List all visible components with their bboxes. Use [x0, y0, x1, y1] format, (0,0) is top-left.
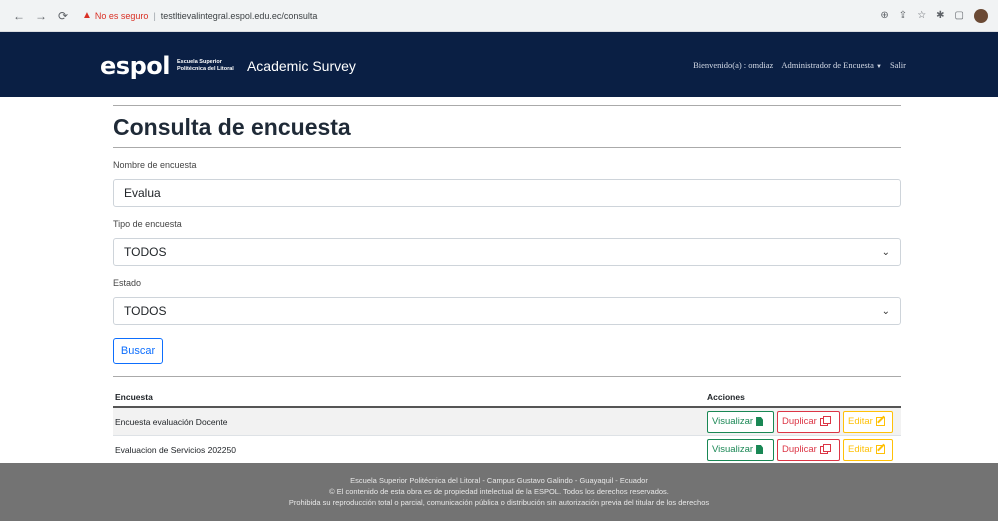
type-select-value: TODOS: [124, 245, 167, 259]
copy-icon: [819, 443, 831, 454]
edit-button[interactable]: Editar: [843, 410, 893, 433]
row-actions: Visualizar Duplicar Editar: [705, 438, 901, 461]
profile-avatar[interactable]: [974, 8, 988, 23]
edit-icon: [875, 445, 885, 454]
state-select[interactable]: TODOS ⌄: [113, 297, 901, 325]
footer-line1: Escuela Superior Politécnica del Litoral…: [350, 476, 648, 485]
back-arrow-icon[interactable]: ←: [10, 7, 28, 25]
name-input-value: Evalua: [124, 186, 161, 200]
logo-wordmark: espol: [100, 52, 170, 80]
address-bar[interactable]: ▲ No es seguro | testltievalintegral.esp…: [82, 6, 880, 26]
search-button[interactable]: Buscar: [113, 338, 163, 364]
table-row: Encuesta evaluación Docente Visualizar D…: [113, 408, 901, 436]
header-acciones: Acciones: [707, 392, 745, 402]
duplicate-label: Duplicar: [782, 444, 817, 455]
type-select[interactable]: TODOS ⌄: [113, 238, 901, 266]
extensions-icon[interactable]: ✱: [936, 10, 944, 21]
url-text[interactable]: testltievalintegral.espol.edu.ec/consult…: [161, 11, 318, 21]
logo-subtitle-line2: Politécnica del Litoral: [176, 66, 234, 72]
view-button[interactable]: Visualizar: [707, 410, 774, 433]
duplicate-button[interactable]: Duplicar: [777, 438, 840, 461]
edit-icon: [875, 417, 885, 426]
warning-icon: ▲: [82, 10, 92, 21]
edit-label: Editar: [848, 444, 873, 455]
share-icon[interactable]: ⇪: [899, 10, 907, 21]
browser-toolbar: ← → ⟳ ▲ No es seguro | testltievalintegr…: [0, 0, 998, 32]
table-header: Encuesta Acciones: [113, 388, 901, 408]
type-label: Tipo de encuesta: [113, 219, 182, 229]
main-content: Consulta de encuesta Nombre de encuesta …: [113, 105, 901, 464]
app-title: Academic Survey: [246, 58, 356, 74]
copy-icon: [819, 415, 831, 426]
admin-menu-label: Administrador de Encuesta: [781, 60, 874, 70]
row-name: Encuesta evaluación Docente: [115, 416, 228, 427]
address-separator: |: [153, 10, 156, 21]
star-icon[interactable]: ☆: [917, 10, 926, 21]
duplicate-button[interactable]: Duplicar: [777, 410, 840, 433]
table-row: Evaluacion de Servicios 202250 Visualiza…: [113, 436, 901, 464]
logo-subtitle: Escuela Superior Politécnica del Litoral: [177, 59, 237, 73]
name-label: Nombre de encuesta: [113, 160, 197, 170]
caret-down-icon: ▼: [875, 64, 882, 70]
view-label: Visualizar: [712, 444, 754, 455]
view-button[interactable]: Visualizar: [707, 438, 774, 461]
chevron-down-icon: ⌄: [881, 246, 890, 258]
site-footer: Escuela Superior Politécnica del Litoral…: [0, 463, 998, 521]
zoom-icon[interactable]: ⊕: [880, 10, 888, 21]
page-title: Consulta de encuesta: [113, 114, 351, 140]
state-select-value: TODOS: [124, 304, 167, 318]
results-table: Encuesta Acciones Encuesta evaluación Do…: [113, 376, 901, 464]
edit-label: Editar: [848, 416, 873, 427]
row-name: Evaluacion de Servicios 202250: [115, 444, 236, 455]
title-divider: [113, 147, 901, 148]
logout-link[interactable]: Salir: [890, 60, 906, 70]
logo-subtitle-line1: Escuela Superior: [176, 59, 222, 65]
footer-line3: Prohibida su reproducción total o parcia…: [288, 498, 710, 507]
sidebar-icon[interactable]: ▢: [955, 10, 964, 21]
state-label: Estado: [113, 278, 142, 288]
site-navbar: espol Escuela Superior Politécnica del L…: [0, 32, 998, 97]
view-label: Visualizar: [712, 416, 754, 427]
reload-icon[interactable]: ⟳: [54, 7, 72, 25]
admin-menu-dropdown[interactable]: Administrador de Encuesta ▼: [781, 60, 882, 70]
welcome-text: Bienvenido(a) : omdiaz: [693, 60, 774, 70]
brand-link[interactable]: espol Escuela Superior Politécnica del L…: [100, 52, 356, 80]
name-input[interactable]: Evalua: [113, 179, 901, 207]
footer-line2: © El contenido de esta obra es de propie…: [329, 487, 669, 496]
header-encuesta: Encuesta: [115, 392, 153, 402]
duplicate-label: Duplicar: [782, 416, 817, 427]
security-label[interactable]: No es seguro: [95, 11, 149, 21]
file-icon: [756, 445, 764, 454]
chevron-down-icon: ⌄: [881, 305, 890, 317]
browser-actions: ⊕ ⇪ ☆ ✱ ▢: [880, 8, 988, 23]
forward-arrow-icon[interactable]: →: [32, 7, 50, 25]
edit-button[interactable]: Editar: [843, 438, 893, 461]
row-actions: Visualizar Duplicar Editar: [705, 410, 901, 433]
file-icon: [756, 417, 764, 426]
user-nav: Bienvenido(a) : omdiaz Administrador de …: [693, 60, 906, 70]
